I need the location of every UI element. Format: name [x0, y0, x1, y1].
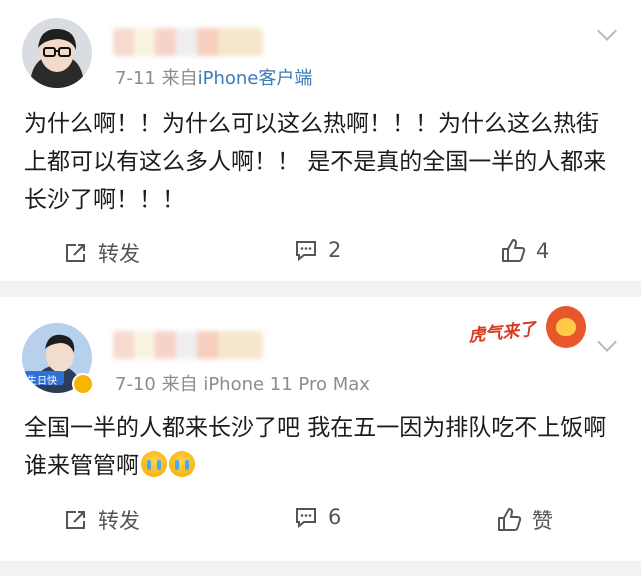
post-meta: 7-10 来自 iPhone 11 Pro Max — [115, 370, 370, 396]
weibo-post[interactable]: 7-11 来自iPhone客户端 为什么啊！！为什么可以这么热啊！！！为什么这么… — [0, 0, 641, 281]
repost-button[interactable]: 转发 — [64, 238, 140, 268]
chevron-down-icon[interactable] — [597, 332, 617, 352]
repost-label: 转发 — [98, 509, 140, 533]
tiger-sticker: 虎气来了 — [467, 304, 588, 356]
chevron-down-icon[interactable] — [597, 21, 617, 41]
crying-emoji-icon — [141, 451, 167, 477]
sticker-text: 虎气来了 — [467, 319, 538, 347]
like-count: 4 — [536, 239, 550, 263]
post-date: 7-10 — [115, 374, 156, 395]
source-device[interactable]: iPhone 11 Pro Max — [203, 374, 370, 395]
like-button[interactable]: 4 — [500, 238, 549, 264]
like-label: 赞 — [532, 509, 553, 533]
comment-icon — [296, 241, 316, 262]
post-text-body: 全国一半的人都来长沙了吧 我在五一因为排队吃不上饭啊 谁来管管啊 — [24, 415, 607, 479]
comment-button[interactable]: 6 — [294, 505, 341, 529]
repost-icon — [66, 511, 85, 529]
crying-emoji-icon — [169, 451, 195, 477]
comment-count: 2 — [328, 238, 342, 262]
source-prefix: 来自 — [161, 374, 198, 395]
source-prefix: 来自 — [161, 68, 198, 89]
post-date: 7-11 — [115, 68, 156, 89]
post-meta: 7-11 来自iPhone客户端 — [115, 64, 312, 90]
like-button[interactable]: 赞 — [496, 505, 553, 535]
thumbs-up-icon — [502, 239, 526, 262]
post-text: 全国一半的人都来长沙了吧 我在五一因为排队吃不上饭啊 谁来管管啊 — [24, 409, 614, 485]
comment-count: 6 — [328, 505, 342, 529]
username-obscured[interactable] — [113, 331, 263, 359]
thumbs-up-icon — [498, 508, 522, 531]
verified-badge-icon — [72, 373, 94, 395]
repost-button[interactable]: 转发 — [64, 505, 140, 535]
username-obscured[interactable] — [113, 28, 263, 56]
repost-icon — [66, 244, 85, 262]
paw-icon — [546, 306, 586, 348]
repost-label: 转发 — [98, 242, 140, 266]
comment-button[interactable]: 2 — [294, 238, 341, 262]
comment-icon — [296, 508, 316, 529]
avatar[interactable] — [22, 18, 92, 88]
avatar-badge: 生日快 — [27, 376, 57, 387]
post-text: 为什么啊！！为什么可以这么热啊！！！为什么这么热街上都可以有这么多人啊！！ 是不… — [24, 111, 607, 213]
source-device[interactable]: iPhone客户端 — [198, 68, 313, 89]
